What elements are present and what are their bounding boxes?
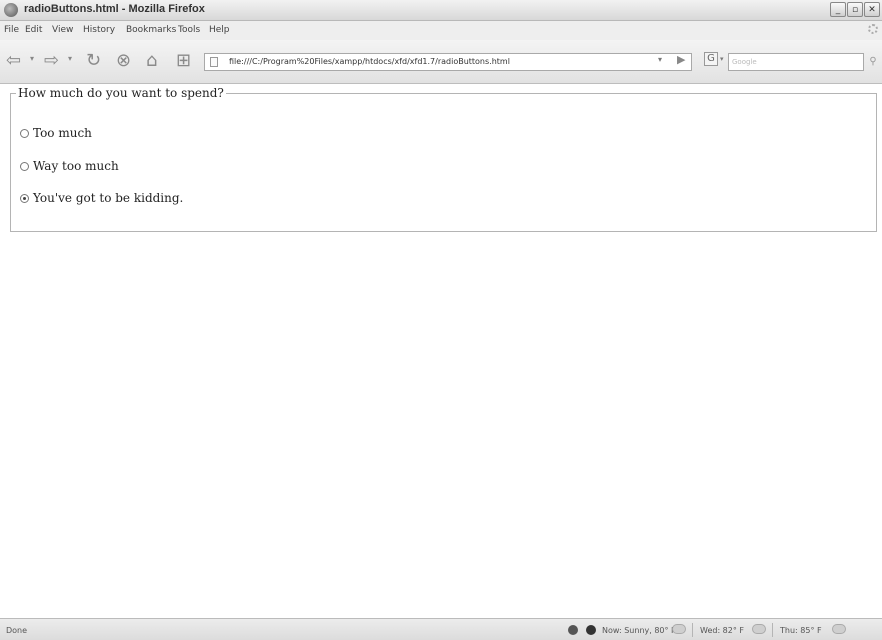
spend-fieldset: How much do you want to spend? [10,86,877,232]
menu-tools[interactable]: Tools [178,25,200,35]
throbber-icon [868,24,878,34]
menu-bar: File Edit View History Bookmarks Tools H… [0,21,882,40]
addon-status-icon[interactable] [568,625,578,635]
weather-wed[interactable]: Wed: 82° F [700,626,744,635]
window-controls: _ ▫ ✕ [830,2,880,17]
title-bar: radioButtons.html - Mozilla Firefox _ ▫ … [0,0,882,21]
menu-history[interactable]: History [83,25,115,35]
search-engine-dropdown-icon[interactable]: ▾ [720,55,724,63]
forecast-icon[interactable] [586,625,596,635]
radio-kidding[interactable] [20,193,29,203]
back-dropdown-icon[interactable]: ▾ [30,54,34,63]
weather-now[interactable]: Now: Sunny, 80° F [602,626,676,635]
url-history-dropdown-icon[interactable]: ▾ [658,55,662,64]
forward-dropdown-icon[interactable]: ▾ [68,54,72,63]
home-icon[interactable]: ⌂ [146,51,157,71]
window-title: radioButtons.html - Mozilla Firefox [24,3,205,15]
maximize-button[interactable]: ▫ [847,2,863,17]
option-too-much[interactable]: Too much [20,126,92,140]
navigation-toolbar: ⇦ ▾ ⇨ ▾ ↻ ⊗ ⌂ ⊞ file:///C:/Program%20Fil… [0,40,882,84]
url-bar[interactable]: file:///C:/Program%20Files/xampp/htdocs/… [204,53,692,71]
option-label: Too much [33,126,92,140]
close-button[interactable]: ✕ [864,2,880,17]
reload-icon[interactable]: ↻ [86,51,101,71]
cloud-icon [832,624,846,634]
menu-help[interactable]: Help [209,25,230,35]
status-separator [692,623,693,637]
option-kidding[interactable]: You've got to be kidding. [20,191,183,205]
firefox-icon [4,3,18,17]
search-input[interactable]: Google [728,53,864,71]
minimize-button[interactable]: _ [830,2,846,17]
page-content: How much do you want to spend? Too much … [0,84,882,618]
menu-file[interactable]: File [4,25,19,35]
option-way-too-much[interactable]: Way too much [20,159,119,173]
option-label: Way too much [33,159,119,173]
sun-icon [672,624,686,634]
cloud-icon [752,624,766,634]
weather-thu[interactable]: Thu: 85° F [780,626,822,635]
status-bar: Done Now: Sunny, 80° F Wed: 82° F Thu: 8… [0,618,882,640]
google-icon[interactable]: G [704,52,718,66]
url-text[interactable]: file:///C:/Program%20Files/xampp/htdocs/… [229,57,510,66]
fieldset-legend: How much do you want to spend? [18,86,224,100]
stop-icon[interactable]: ⊗ [116,51,131,71]
radio-too-much[interactable] [20,128,29,138]
new-tab-icon[interactable]: ⊞ [176,51,191,71]
menu-edit[interactable]: Edit [25,25,42,35]
status-separator [772,623,773,637]
status-text: Done [6,626,28,635]
go-icon[interactable]: ▶ [677,53,685,66]
page-icon [210,57,218,67]
forward-icon[interactable]: ⇨ [44,51,59,71]
option-label: You've got to be kidding. [33,191,184,205]
back-icon[interactable]: ⇦ [6,51,21,71]
search-icon[interactable]: ⚲ [866,53,880,71]
menu-view[interactable]: View [52,25,73,35]
radio-way-too-much[interactable] [20,161,29,171]
menu-bookmarks[interactable]: Bookmarks [126,25,176,35]
